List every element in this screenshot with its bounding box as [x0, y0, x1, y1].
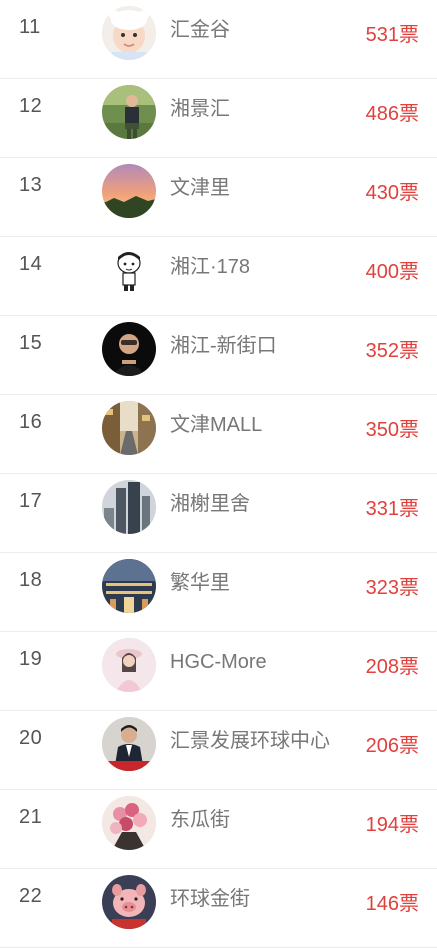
vote-count: 430票 [365, 182, 419, 204]
sunset-avatar[interactable] [102, 164, 156, 218]
ranking-row[interactable]: 11 汇金谷 531票 [0, 0, 437, 79]
mall-avatar[interactable] [102, 559, 156, 613]
ranking-row[interactable]: 17 湘榭里舍 331票 [0, 474, 437, 553]
vote-count: 331票 [365, 498, 419, 520]
vote-count: 323票 [365, 577, 419, 599]
rank-number: 20 [19, 727, 43, 749]
mall-name: 湘江-新街口 [170, 335, 277, 357]
baby-avatar[interactable] [102, 6, 156, 60]
ranking-row[interactable]: 14 湘江·178 400票 [0, 237, 437, 316]
pig-avatar[interactable] [102, 875, 156, 929]
vote-count: 350票 [365, 419, 419, 441]
mall-name: 汇景发展环球中心 [170, 730, 330, 752]
rank-number: 15 [19, 332, 43, 354]
rank-number: 18 [19, 569, 43, 591]
mall-name: 湘景汇 [170, 98, 230, 120]
ranking-row[interactable]: 20 汇景发展环球中心 206票 [0, 711, 437, 790]
ranking-row[interactable]: 15 湘江-新街口 352票 [0, 316, 437, 395]
vote-count: 194票 [365, 814, 419, 836]
mall-name: 湘榭里舍 [170, 493, 250, 515]
man-outdoor-avatar[interactable] [102, 85, 156, 139]
rank-number: 22 [19, 885, 43, 907]
mall-name: 湘江·178 [170, 256, 251, 278]
rank-number: 16 [19, 411, 43, 433]
mall-name: 文津里 [170, 177, 230, 199]
rank-number: 11 [19, 16, 41, 38]
rank-number: 12 [19, 95, 43, 117]
mall-name: 繁华里 [170, 572, 230, 594]
mall-name: HGC-More [170, 651, 267, 673]
street-avatar[interactable] [102, 401, 156, 455]
tower-avatar[interactable] [102, 480, 156, 534]
cartoon-boy-avatar[interactable] [102, 243, 156, 297]
flowers-avatar[interactable] [102, 796, 156, 850]
mall-name: 汇金谷 [170, 19, 230, 41]
rank-number: 17 [19, 490, 43, 512]
ranking-row[interactable]: 12 湘景汇 486票 [0, 79, 437, 158]
rank-number: 21 [19, 806, 43, 828]
ranking-row[interactable]: 22 环球金街 146票 [0, 869, 437, 948]
vote-count: 531票 [365, 24, 419, 46]
vote-count: 208票 [365, 656, 419, 678]
man-suit-avatar[interactable] [102, 717, 156, 771]
ranking-row[interactable]: 18 繁华里 323票 [0, 553, 437, 632]
girl-avatar[interactable] [102, 638, 156, 692]
rank-number: 14 [19, 253, 43, 275]
rank-number: 19 [19, 648, 43, 670]
vote-count: 206票 [365, 735, 419, 757]
man-dark-avatar[interactable] [102, 322, 156, 376]
vote-count: 486票 [365, 103, 419, 125]
ranking-row[interactable]: 16 文津MALL 350票 [0, 395, 437, 474]
mall-name: 环球金街 [170, 888, 250, 910]
vote-count: 146票 [365, 893, 419, 915]
vote-count: 352票 [365, 340, 419, 362]
ranking-list: 11 汇金谷 531票 12 湘景汇 486票 13 文津里 430票 14 湘… [0, 0, 437, 948]
ranking-row[interactable]: 13 文津里 430票 [0, 158, 437, 237]
ranking-row[interactable]: 19 HGC-More 208票 [0, 632, 437, 711]
ranking-row[interactable]: 21 东瓜街 194票 [0, 790, 437, 869]
rank-number: 13 [19, 174, 43, 196]
mall-name: 东瓜街 [170, 809, 230, 831]
mall-name: 文津MALL [170, 414, 263, 436]
vote-count: 400票 [365, 261, 419, 283]
